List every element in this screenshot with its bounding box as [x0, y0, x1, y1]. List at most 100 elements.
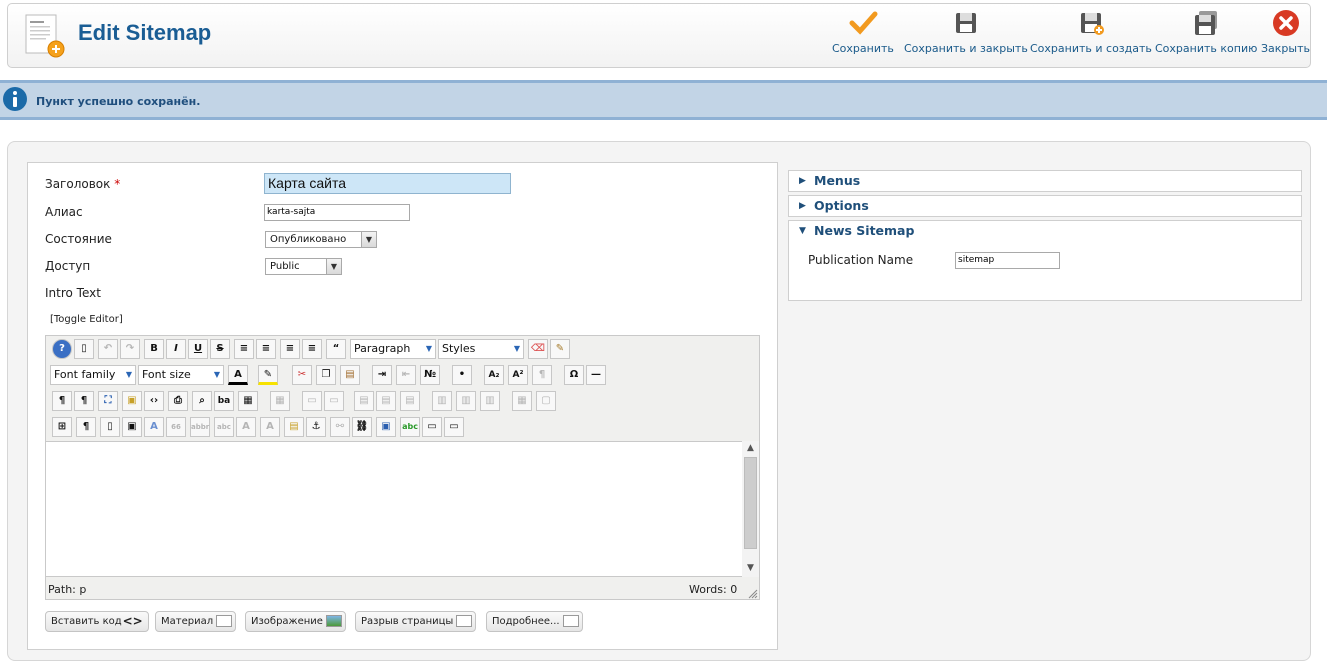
insert-row-after-icon[interactable]: ▤	[376, 391, 396, 411]
align-right-icon[interactable]: ≡	[302, 339, 322, 359]
subscript-icon[interactable]: A₂	[484, 365, 504, 385]
abbr-icon[interactable]: abbr	[190, 417, 210, 437]
align-center-icon[interactable]: ≡	[256, 339, 276, 359]
insert-text-icon[interactable]: A	[260, 417, 280, 437]
pagebreak-button[interactable]: Разрыв страницы	[355, 611, 477, 632]
style-props-icon[interactable]: A	[144, 417, 164, 437]
find-icon[interactable]: ⌕	[192, 391, 212, 411]
table-icon[interactable]: ▦	[238, 391, 258, 411]
cite-icon[interactable]: 66	[166, 417, 186, 437]
print-icon[interactable]: ⎙	[168, 391, 188, 411]
align-justify-icon[interactable]: ≡	[234, 339, 254, 359]
row-props-icon[interactable]: ▭	[302, 391, 322, 411]
copy-icon[interactable]: ❐	[316, 365, 336, 385]
scroll-up-icon[interactable]: ▲	[742, 443, 759, 453]
bold-icon[interactable]: B	[144, 339, 164, 359]
image-icon[interactable]: ▣	[376, 417, 396, 437]
scroll-down-icon[interactable]: ▼	[742, 563, 759, 573]
cleanup-brush-icon[interactable]: ✎	[550, 339, 570, 359]
font-size-select[interactable]: Font size ▼	[138, 365, 224, 385]
superscript-icon[interactable]: A²	[508, 365, 528, 385]
insert-col-after-icon[interactable]: ▥	[456, 391, 476, 411]
delete-text-icon[interactable]: A	[236, 417, 256, 437]
article-button[interactable]: Материал	[155, 611, 237, 632]
text-color-icon[interactable]: A	[228, 365, 248, 385]
align-left-icon[interactable]: ≡	[280, 339, 300, 359]
help-icon[interactable]: ?	[52, 339, 72, 359]
toggle-editor-link[interactable]: [Toggle Editor]	[50, 314, 123, 325]
unlink-icon[interactable]: ⚯	[330, 417, 350, 437]
show-blocks-icon[interactable]: ¶	[76, 417, 96, 437]
image-button[interactable]: Изображение	[245, 611, 346, 632]
rtl-icon[interactable]: ¶	[74, 391, 94, 411]
ltr-icon[interactable]: ¶	[52, 391, 72, 411]
save-close-button[interactable]: Сохранить и закрыть	[904, 8, 1028, 55]
styles-select[interactable]: Styles ▼	[438, 339, 524, 359]
save-copy-button[interactable]: Сохранить копию	[1155, 8, 1257, 55]
readmore-icon[interactable]: ▭	[444, 417, 464, 437]
special-character-icon[interactable]: Ω	[564, 365, 584, 385]
readmore-button[interactable]: Подробнее...	[486, 611, 583, 632]
menus-panel-header[interactable]: ▶ Menus	[788, 170, 1302, 192]
paste-icon[interactable]: ▤	[340, 365, 360, 385]
save-new-button[interactable]: Сохранить и создать	[1030, 8, 1152, 55]
insert-col-before-icon[interactable]: ▥	[432, 391, 452, 411]
state-select-value: Опубликовано	[270, 234, 347, 245]
acronym-icon[interactable]: abc	[214, 417, 234, 437]
options-panel-header[interactable]: ▶ Options	[788, 195, 1302, 217]
anchor-icon[interactable]: ⚓	[306, 417, 326, 437]
undo-icon[interactable]: ↶	[98, 339, 118, 359]
outdent-icon[interactable]: ⇤	[396, 365, 416, 385]
eraser-icon[interactable]: ⌫	[528, 339, 548, 359]
preview-icon[interactable]: ▣	[122, 391, 142, 411]
path-value[interactable]: p	[79, 583, 86, 596]
indent-icon[interactable]: ⇥	[372, 365, 392, 385]
delete-row-icon[interactable]: ▤	[400, 391, 420, 411]
blockquote-icon[interactable]: “	[326, 339, 346, 359]
spellcheck-icon[interactable]: abc	[400, 417, 420, 437]
link-icon[interactable]: ⛓	[352, 417, 372, 437]
new-document-icon[interactable]: ▯	[74, 339, 94, 359]
underline-icon[interactable]: U	[188, 339, 208, 359]
state-select[interactable]: Опубликовано ▼	[265, 231, 377, 248]
horizontal-rule-icon[interactable]: —	[586, 365, 606, 385]
redo-icon[interactable]: ↷	[120, 339, 140, 359]
visual-aid-icon[interactable]: ⊞	[52, 417, 72, 437]
font-family-select[interactable]: Font family ▼	[50, 365, 136, 385]
merge-cells-icon[interactable]: ▢	[536, 391, 556, 411]
italic-icon[interactable]: I	[166, 339, 186, 359]
title-input[interactable]: Карта сайта	[264, 173, 511, 194]
floppy-copy-icon	[1195, 11, 1218, 35]
publication-name-input[interactable]: sitemap	[955, 252, 1060, 269]
editor-content-area[interactable]	[46, 441, 759, 577]
close-button[interactable]: Закрыть	[1261, 8, 1310, 55]
delete-col-icon[interactable]: ▥	[480, 391, 500, 411]
resize-handle-icon[interactable]	[748, 589, 758, 599]
editor-scrollbar[interactable]: ▲ ▼	[742, 441, 759, 577]
split-cells-icon[interactable]: ▦	[512, 391, 532, 411]
news-sitemap-panel-header[interactable]: ▼ News Sitemap	[788, 220, 1302, 242]
fullscreen-icon[interactable]: ⛶	[98, 391, 118, 411]
source-code-icon[interactable]: ‹›	[144, 391, 164, 411]
insert-code-button[interactable]: Вставить код <>	[45, 611, 149, 632]
template-icon[interactable]: ▯	[100, 417, 120, 437]
attributes-icon[interactable]: ▤	[284, 417, 304, 437]
highlight-icon[interactable]: ✎	[258, 365, 278, 385]
scroll-thumb[interactable]	[744, 457, 757, 549]
format-select[interactable]: Paragraph ▼	[350, 339, 436, 359]
alias-input[interactable]: karta-sajta	[264, 204, 410, 221]
cell-props-icon[interactable]: ▭	[324, 391, 344, 411]
pagebreak-icon[interactable]: ▭	[422, 417, 442, 437]
save-button[interactable]: Сохранить	[832, 8, 894, 55]
cut-icon[interactable]: ✂	[292, 365, 312, 385]
insert-row-before-icon[interactable]: ▤	[354, 391, 374, 411]
ordered-list-icon[interactable]: №	[420, 365, 440, 385]
text-direction-icon[interactable]: ¶	[532, 365, 552, 385]
bullet-list-icon[interactable]: •	[452, 365, 472, 385]
replace-icon[interactable]: ba	[214, 391, 234, 411]
intro-text-label: Intro Text	[45, 286, 101, 300]
access-select[interactable]: Public ▼	[265, 258, 342, 275]
layer-icon[interactable]: ▣	[122, 417, 142, 437]
strikethrough-icon[interactable]: S	[210, 339, 230, 359]
delete-table-icon[interactable]: ▦	[270, 391, 290, 411]
